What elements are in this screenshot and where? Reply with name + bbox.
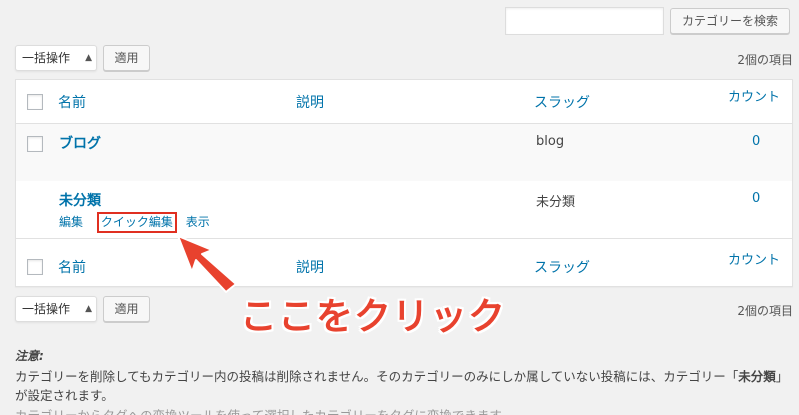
row-checkbox[interactable]	[27, 136, 43, 152]
column-count[interactable]: カウント	[728, 86, 780, 105]
search-categories-button[interactable]: カテゴリーを検索	[670, 8, 790, 34]
note-title: 注意:	[15, 349, 44, 363]
select-all-checkbox-footer[interactable]	[27, 259, 43, 275]
category-slug: 未分類	[536, 195, 576, 210]
category-name-link[interactable]: ブログ	[59, 133, 101, 153]
view-link[interactable]: 表示	[186, 213, 210, 230]
column-slug-footer[interactable]: スラッグ	[534, 257, 590, 277]
quick-edit-link[interactable]: クイック編集	[96, 212, 177, 233]
note-text: カテゴリーを削除してもカテゴリー内の投稿は削除されません。そのカテゴリーのみにし…	[15, 369, 789, 403]
edit-link[interactable]: 編集	[59, 213, 83, 230]
click-here-callout: ここをクリック	[240, 295, 506, 338]
category-count-link[interactable]: 0	[752, 134, 760, 149]
category-slug: blog	[536, 134, 565, 149]
column-count-footer[interactable]: カウント	[728, 249, 780, 268]
apply-button-bottom[interactable]: 適用	[103, 296, 150, 322]
column-slug[interactable]: スラッグ	[534, 92, 590, 112]
category-search-input[interactable]	[505, 7, 664, 35]
table-footer: 名前 説明 スラッグ カウント	[16, 238, 792, 286]
bulk-actions-label: 一括操作	[22, 302, 71, 316]
select-all-checkbox[interactable]	[27, 94, 43, 110]
select-arrows-icon: ▲	[85, 304, 92, 314]
table-header: 名前 説明 スラッグ カウント	[16, 80, 792, 124]
bulk-actions-select-bottom[interactable]: 一括操作 ▲	[15, 296, 97, 322]
item-count-top: 2個の項目	[737, 53, 793, 67]
bulk-actions-label: 一括操作	[22, 51, 71, 65]
table-row: 未分類 編集 クイック編集 表示 未分類 0	[16, 181, 792, 238]
table-row: ブログ blog 0	[16, 124, 792, 181]
select-arrows-icon: ▲	[85, 53, 92, 63]
category-name-link[interactable]: 未分類	[59, 190, 101, 210]
apply-button-top[interactable]: 適用	[103, 45, 150, 71]
bulk-actions-select-top[interactable]: 一括操作 ▲	[15, 45, 97, 71]
item-count-bottom: 2個の項目	[737, 304, 793, 318]
category-count-link[interactable]: 0	[752, 191, 760, 206]
column-name[interactable]: 名前	[58, 92, 86, 112]
column-description[interactable]: 説明	[296, 92, 324, 112]
categories-table: 名前 説明 スラッグ カウント ブログ blog 0 未分類 編集 クイック編集…	[15, 79, 793, 287]
note-extra-line: カテゴリーからタグへの変換ツールを使って選択したカテゴリーをタグに変換できます。	[15, 405, 513, 415]
column-description-footer[interactable]: 説明	[296, 257, 324, 277]
column-name-footer[interactable]: 名前	[58, 257, 86, 277]
